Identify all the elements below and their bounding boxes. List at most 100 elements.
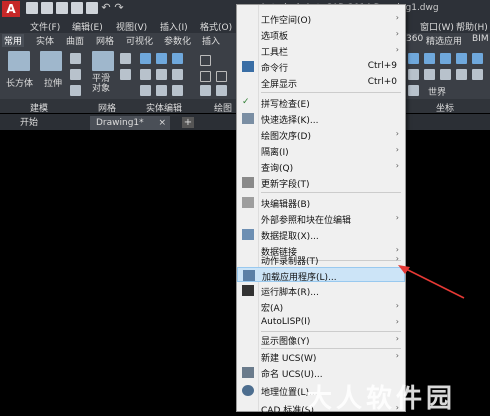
menu-item-toolbars[interactable]: 工具栏 ›	[237, 43, 405, 58]
solid-edit-icon[interactable]	[172, 53, 183, 64]
menu-help[interactable]: 帮助(H)	[456, 20, 488, 33]
solid-edit-icon[interactable]	[156, 53, 167, 64]
line-icon[interactable]	[200, 55, 211, 66]
polyline-icon[interactable]	[200, 71, 211, 82]
ucs-icon[interactable]	[408, 53, 419, 64]
ucs-icon[interactable]	[456, 53, 467, 64]
print-icon[interactable]	[86, 2, 98, 14]
solid-edit-icon[interactable]	[156, 85, 167, 96]
smooth-object-icon[interactable]	[92, 51, 114, 71]
solid-edit-icon[interactable]	[172, 85, 183, 96]
new-tab-button[interactable]: +	[182, 117, 194, 128]
draw-tool-icon[interactable]	[200, 85, 211, 96]
chevron-right-icon: ›	[395, 351, 399, 360]
close-tab-icon[interactable]: ×	[158, 116, 166, 130]
menu-item-spell-check[interactable]: ✓ 拼写检查(E)	[237, 95, 405, 110]
ucs-icon[interactable]	[408, 69, 419, 80]
undo-icon[interactable]: ↶	[101, 2, 111, 14]
extrude-icon[interactable]	[40, 51, 62, 71]
redo-icon[interactable]: ↷	[114, 2, 124, 14]
menu-item-action-recorder[interactable]: 动作录制器(T) ›	[237, 252, 405, 267]
tab-featured-apps[interactable]: 精选应用	[424, 34, 464, 47]
chevron-right-icon: ›	[395, 301, 399, 310]
solid-edit-icon[interactable]	[140, 53, 151, 64]
menu-item-draw-order[interactable]: 绘图次序(D) ›	[237, 127, 405, 142]
solid-edit-icon[interactable]	[140, 69, 151, 80]
drawing-tab-label: Drawing1*	[96, 118, 144, 128]
menu-window[interactable]: 窗口(W)	[420, 20, 454, 33]
save-icon[interactable]	[56, 2, 68, 14]
menu-item-label: 工作空间(O)	[261, 16, 312, 26]
box-icon[interactable]	[8, 51, 30, 71]
menu-item-macro[interactable]: 宏(A) ›	[237, 299, 405, 314]
solid-edit-icon[interactable]	[172, 69, 183, 80]
panel-modeling[interactable]: 建模	[30, 101, 48, 114]
menu-item-load-application[interactable]: 加载应用程序(L)...	[237, 267, 405, 283]
menu-insert[interactable]: 插入(I)	[160, 20, 188, 33]
menu-item-display-image[interactable]: 显示图像(Y) ›	[237, 332, 405, 347]
chevron-right-icon: ›	[395, 45, 399, 54]
tab-home[interactable]: 常用	[2, 34, 25, 47]
menu-item-label: 新建 UCS(W)	[261, 354, 317, 364]
ucs-icon[interactable]	[472, 69, 483, 80]
menu-item-block-editor[interactable]: 块编辑器(B)	[237, 195, 405, 210]
quick-access-toolbar: ↶ ↷	[26, 2, 124, 16]
menu-item-quick-select[interactable]: 快速选择(K)...	[237, 111, 405, 126]
menu-item-inquiry[interactable]: 查询(Q) ›	[237, 159, 405, 174]
modeling-tool-icon[interactable]	[70, 69, 81, 80]
tab-parametric[interactable]: 参数化	[162, 34, 193, 47]
menu-item-label: 隔离(I)	[261, 148, 289, 158]
menu-item-isolate[interactable]: 隔离(I) ›	[237, 143, 405, 158]
menu-item-palettes[interactable]: 选项板 ›	[237, 27, 405, 42]
ucs-icon[interactable]	[424, 69, 435, 80]
autocad-logo-icon[interactable]: A	[2, 1, 20, 17]
ucs-icon[interactable]	[424, 53, 435, 64]
menu-item-xref-edit[interactable]: 外部参照和块在位编辑 ›	[237, 211, 405, 226]
tab-insert[interactable]: 插入	[200, 34, 222, 47]
tab-mesh[interactable]: 网格	[94, 34, 116, 47]
tab-surface[interactable]: 曲面	[64, 34, 86, 47]
open-icon[interactable]	[41, 2, 53, 14]
panel-solid-editing[interactable]: 实体编辑	[146, 101, 182, 114]
panel-mesh[interactable]: 网格	[98, 101, 116, 114]
menu-item-label: 全屏显示	[261, 80, 298, 90]
menu-item-data-extraction[interactable]: 数据提取(X)...	[237, 227, 405, 242]
panel-coordinates[interactable]: 坐标	[436, 101, 454, 114]
menu-item-workspaces[interactable]: 工作空间(O) ›	[237, 11, 405, 26]
chevron-right-icon: ›	[395, 317, 399, 326]
menu-item-run-script[interactable]: 运行脚本(R)...	[237, 283, 405, 298]
ucs-icon[interactable]	[456, 69, 467, 80]
menu-item-new-ucs[interactable]: 新建 UCS(W) ›	[237, 349, 405, 364]
menu-item-autolisp[interactable]: AutoLISP(I) ›	[237, 315, 405, 330]
panel-draw[interactable]: 绘图	[214, 101, 232, 114]
tab-360[interactable]: 360	[404, 34, 425, 44]
solid-edit-icon[interactable]	[140, 85, 151, 96]
solid-edit-icon[interactable]	[156, 69, 167, 80]
menu-item-command-line[interactable]: 命令行 Ctrl+9	[237, 59, 405, 74]
menu-edit[interactable]: 编辑(E)	[72, 20, 103, 33]
ucs-icon[interactable]	[440, 69, 451, 80]
save-as-icon[interactable]	[71, 2, 83, 14]
tab-solid[interactable]: 实体	[34, 34, 56, 47]
menu-view[interactable]: 视图(V)	[116, 20, 147, 33]
menu-file[interactable]: 文件(F)	[30, 20, 60, 33]
mesh-tool-icon[interactable]	[120, 69, 131, 80]
arc-icon[interactable]	[216, 71, 227, 82]
menu-item-update-fields[interactable]: 更新字段(T)	[237, 175, 405, 190]
world-ucs-select[interactable]: 世界	[428, 85, 446, 98]
menu-item-label: 命令行	[261, 64, 289, 74]
menu-item-fullscreen[interactable]: 全屏显示 Ctrl+0	[237, 75, 405, 90]
tab-start[interactable]: 开始	[14, 116, 44, 130]
mesh-tool-icon[interactable]	[120, 53, 131, 64]
menu-format[interactable]: 格式(O)	[200, 20, 232, 33]
new-icon[interactable]	[26, 2, 38, 14]
ucs-icon[interactable]	[472, 53, 483, 64]
ucs-icon[interactable]	[408, 85, 419, 96]
modeling-tool-icon[interactable]	[70, 85, 81, 96]
modeling-tool-icon[interactable]	[70, 53, 81, 64]
tab-visualize[interactable]: 可视化	[124, 34, 155, 47]
ucs-icon[interactable]	[440, 53, 451, 64]
tab-bim[interactable]: BIM	[470, 34, 490, 44]
draw-tool-icon[interactable]	[216, 85, 227, 96]
tab-drawing1[interactable]: Drawing1* ×	[90, 116, 170, 130]
